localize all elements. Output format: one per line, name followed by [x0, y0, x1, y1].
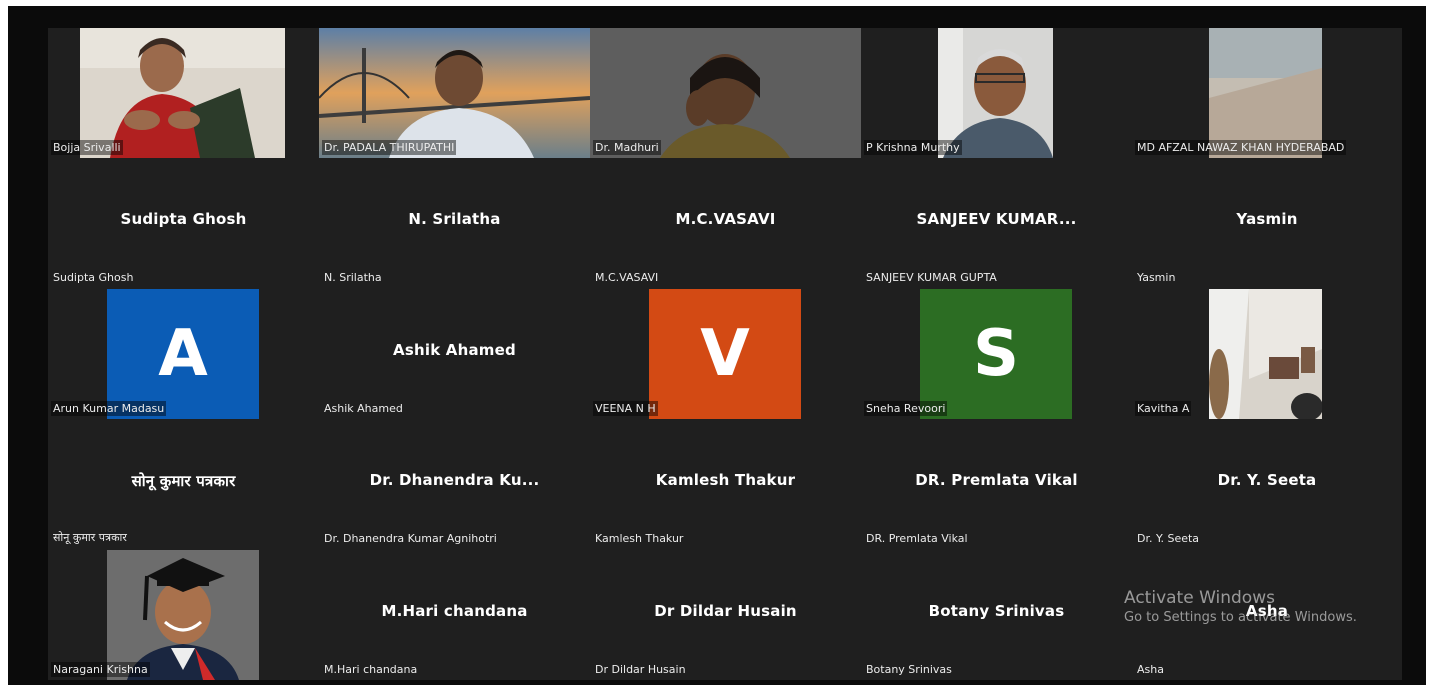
participant-tile[interactable]: M.Hari chandana M.Hari chandana	[319, 550, 590, 680]
participant-tile[interactable]: Dr. Dhanendra Ku... Dr. Dhanendra Kumar …	[319, 419, 590, 549]
participant-tile[interactable]: M.C.VASAVI M.C.VASAVI	[590, 158, 861, 288]
participant-name-label: Yasmin	[1137, 271, 1176, 284]
participant-display-name: M.C.VASAVI	[675, 210, 776, 228]
activate-windows-watermark: Activate Windows Go to Settings to activ…	[1124, 588, 1357, 625]
watermark-subtitle: Go to Settings to activate Windows.	[1124, 610, 1357, 625]
participant-display-name: SANJEEV KUMAR...	[916, 210, 1077, 228]
participant-video	[1209, 289, 1322, 419]
participant-video	[1209, 28, 1322, 158]
participant-display-name: M.Hari chandana	[381, 602, 528, 620]
participant-name-label: Dr. PADALA THIRUPATHI	[322, 140, 457, 155]
participant-tile[interactable]: Dr. Madhuri	[590, 28, 861, 158]
participant-tile[interactable]: Ashik Ahamed Ashik Ahamed	[319, 289, 590, 419]
participant-tile[interactable]: Naragani Krishna	[48, 550, 319, 680]
participant-name-label: Naragani Krishna	[51, 662, 150, 677]
participant-display-name: Dr. Y. Seeta	[1217, 471, 1317, 489]
participant-name-label: Bojja Srivalli	[51, 140, 123, 155]
participant-display-name: N. Srilatha	[408, 210, 501, 228]
participant-name-label: Asha	[1137, 663, 1164, 676]
participant-name-label: Dr. Madhuri	[593, 140, 661, 155]
participant-video	[107, 550, 259, 680]
participant-tile[interactable]: Botany Srinivas Botany Srinivas	[861, 550, 1132, 680]
participant-tile[interactable]: DR. Premlata Vikal DR. Premlata Vikal	[861, 419, 1132, 549]
participant-avatar: V	[649, 289, 801, 419]
watermark-title: Activate Windows	[1124, 588, 1275, 608]
participant-avatar: A	[107, 289, 259, 419]
participant-tile[interactable]: Dr. Y. Seeta Dr. Y. Seeta	[1132, 419, 1402, 549]
participant-display-name: Botany Srinivas	[928, 602, 1065, 620]
participant-name-label: Botany Srinivas	[866, 663, 952, 676]
participant-tile[interactable]: Kamlesh Thakur Kamlesh Thakur	[590, 419, 861, 549]
participant-tile[interactable]: Dr Dildar Husain Dr Dildar Husain	[590, 550, 861, 680]
participant-name-label: सोनू कुमार पत्रकार	[53, 531, 127, 544]
participant-tile[interactable]: सोनू कुमार पत्रकार सोनू कुमार पत्रकार	[48, 419, 319, 549]
participant-tile[interactable]: MD AFZAL NAWAZ KHAN HYDERABAD	[1132, 28, 1402, 158]
participant-grid: Bojja Srivalli Dr. PADALA THIRUPATHI Dr.…	[48, 28, 1402, 680]
meeting-window: Bojja Srivalli Dr. PADALA THIRUPATHI Dr.…	[8, 6, 1426, 685]
participant-name-label: P Krishna Murthy	[864, 140, 962, 155]
participant-tile[interactable]: A Arun Kumar Madasu	[48, 289, 319, 419]
participant-tile[interactable]: P Krishna Murthy	[861, 28, 1132, 158]
participant-video	[590, 28, 861, 158]
participant-name-label: DR. Premlata Vikal	[866, 532, 968, 545]
participant-tile[interactable]: S Sneha Revoori	[861, 289, 1132, 419]
participant-name-label: Dr. Dhanendra Kumar Agnihotri	[324, 532, 497, 545]
participant-name-label: Kamlesh Thakur	[595, 532, 684, 545]
participant-video	[938, 28, 1053, 158]
participant-name-label: Arun Kumar Madasu	[51, 401, 167, 416]
participant-tile[interactable]: V VEENA N H	[590, 289, 861, 419]
participant-name-label: Ashik Ahamed	[324, 402, 403, 415]
participant-tile[interactable]: Dr. PADALA THIRUPATHI	[319, 28, 590, 158]
participant-display-name: Kamlesh Thakur	[655, 471, 796, 489]
participant-name-label: M.C.VASAVI	[595, 271, 659, 284]
participant-name-label: M.Hari chandana	[324, 663, 418, 676]
participant-tile[interactable]: SANJEEV KUMAR... SANJEEV KUMAR GUPTA	[861, 158, 1132, 288]
participant-video	[80, 28, 285, 158]
participant-name-label: Sudipta Ghosh	[53, 271, 134, 284]
participant-video	[319, 28, 590, 158]
participant-tile[interactable]: Sudipta Ghosh Sudipta Ghosh	[48, 158, 319, 288]
participant-tile[interactable]: N. Srilatha N. Srilatha	[319, 158, 590, 288]
participant-name-label: Dr. Y. Seeta	[1137, 532, 1200, 545]
participant-name-label: Sneha Revoori	[864, 401, 948, 416]
participant-name-label: SANJEEV KUMAR GUPTA	[866, 271, 997, 284]
participant-avatar: S	[920, 289, 1072, 419]
participant-tile[interactable]: Kavitha A	[1132, 289, 1402, 419]
participant-display-name: Yasmin	[1236, 210, 1298, 228]
participant-display-name: Dr. Dhanendra Ku...	[369, 471, 540, 489]
participant-display-name: Ashik Ahamed	[393, 341, 516, 359]
participant-name-label: Kavitha A	[1135, 401, 1192, 416]
participant-display-name: सोनू कुमार पत्रकार	[131, 472, 236, 490]
participant-name-label: VEENA N H	[593, 401, 658, 416]
participant-name-label: N. Srilatha	[324, 271, 382, 284]
participant-name-label: Dr Dildar Husain	[595, 663, 686, 676]
participant-display-name: DR. Premlata Vikal	[915, 471, 1078, 489]
participant-display-name: Sudipta Ghosh	[120, 210, 247, 228]
participant-tile[interactable]: Yasmin Yasmin	[1132, 158, 1402, 288]
participant-name-label: MD AFZAL NAWAZ KHAN HYDERABAD	[1135, 140, 1347, 155]
participant-tile[interactable]: Bojja Srivalli	[48, 28, 319, 158]
participant-display-name: Dr Dildar Husain	[654, 602, 797, 620]
